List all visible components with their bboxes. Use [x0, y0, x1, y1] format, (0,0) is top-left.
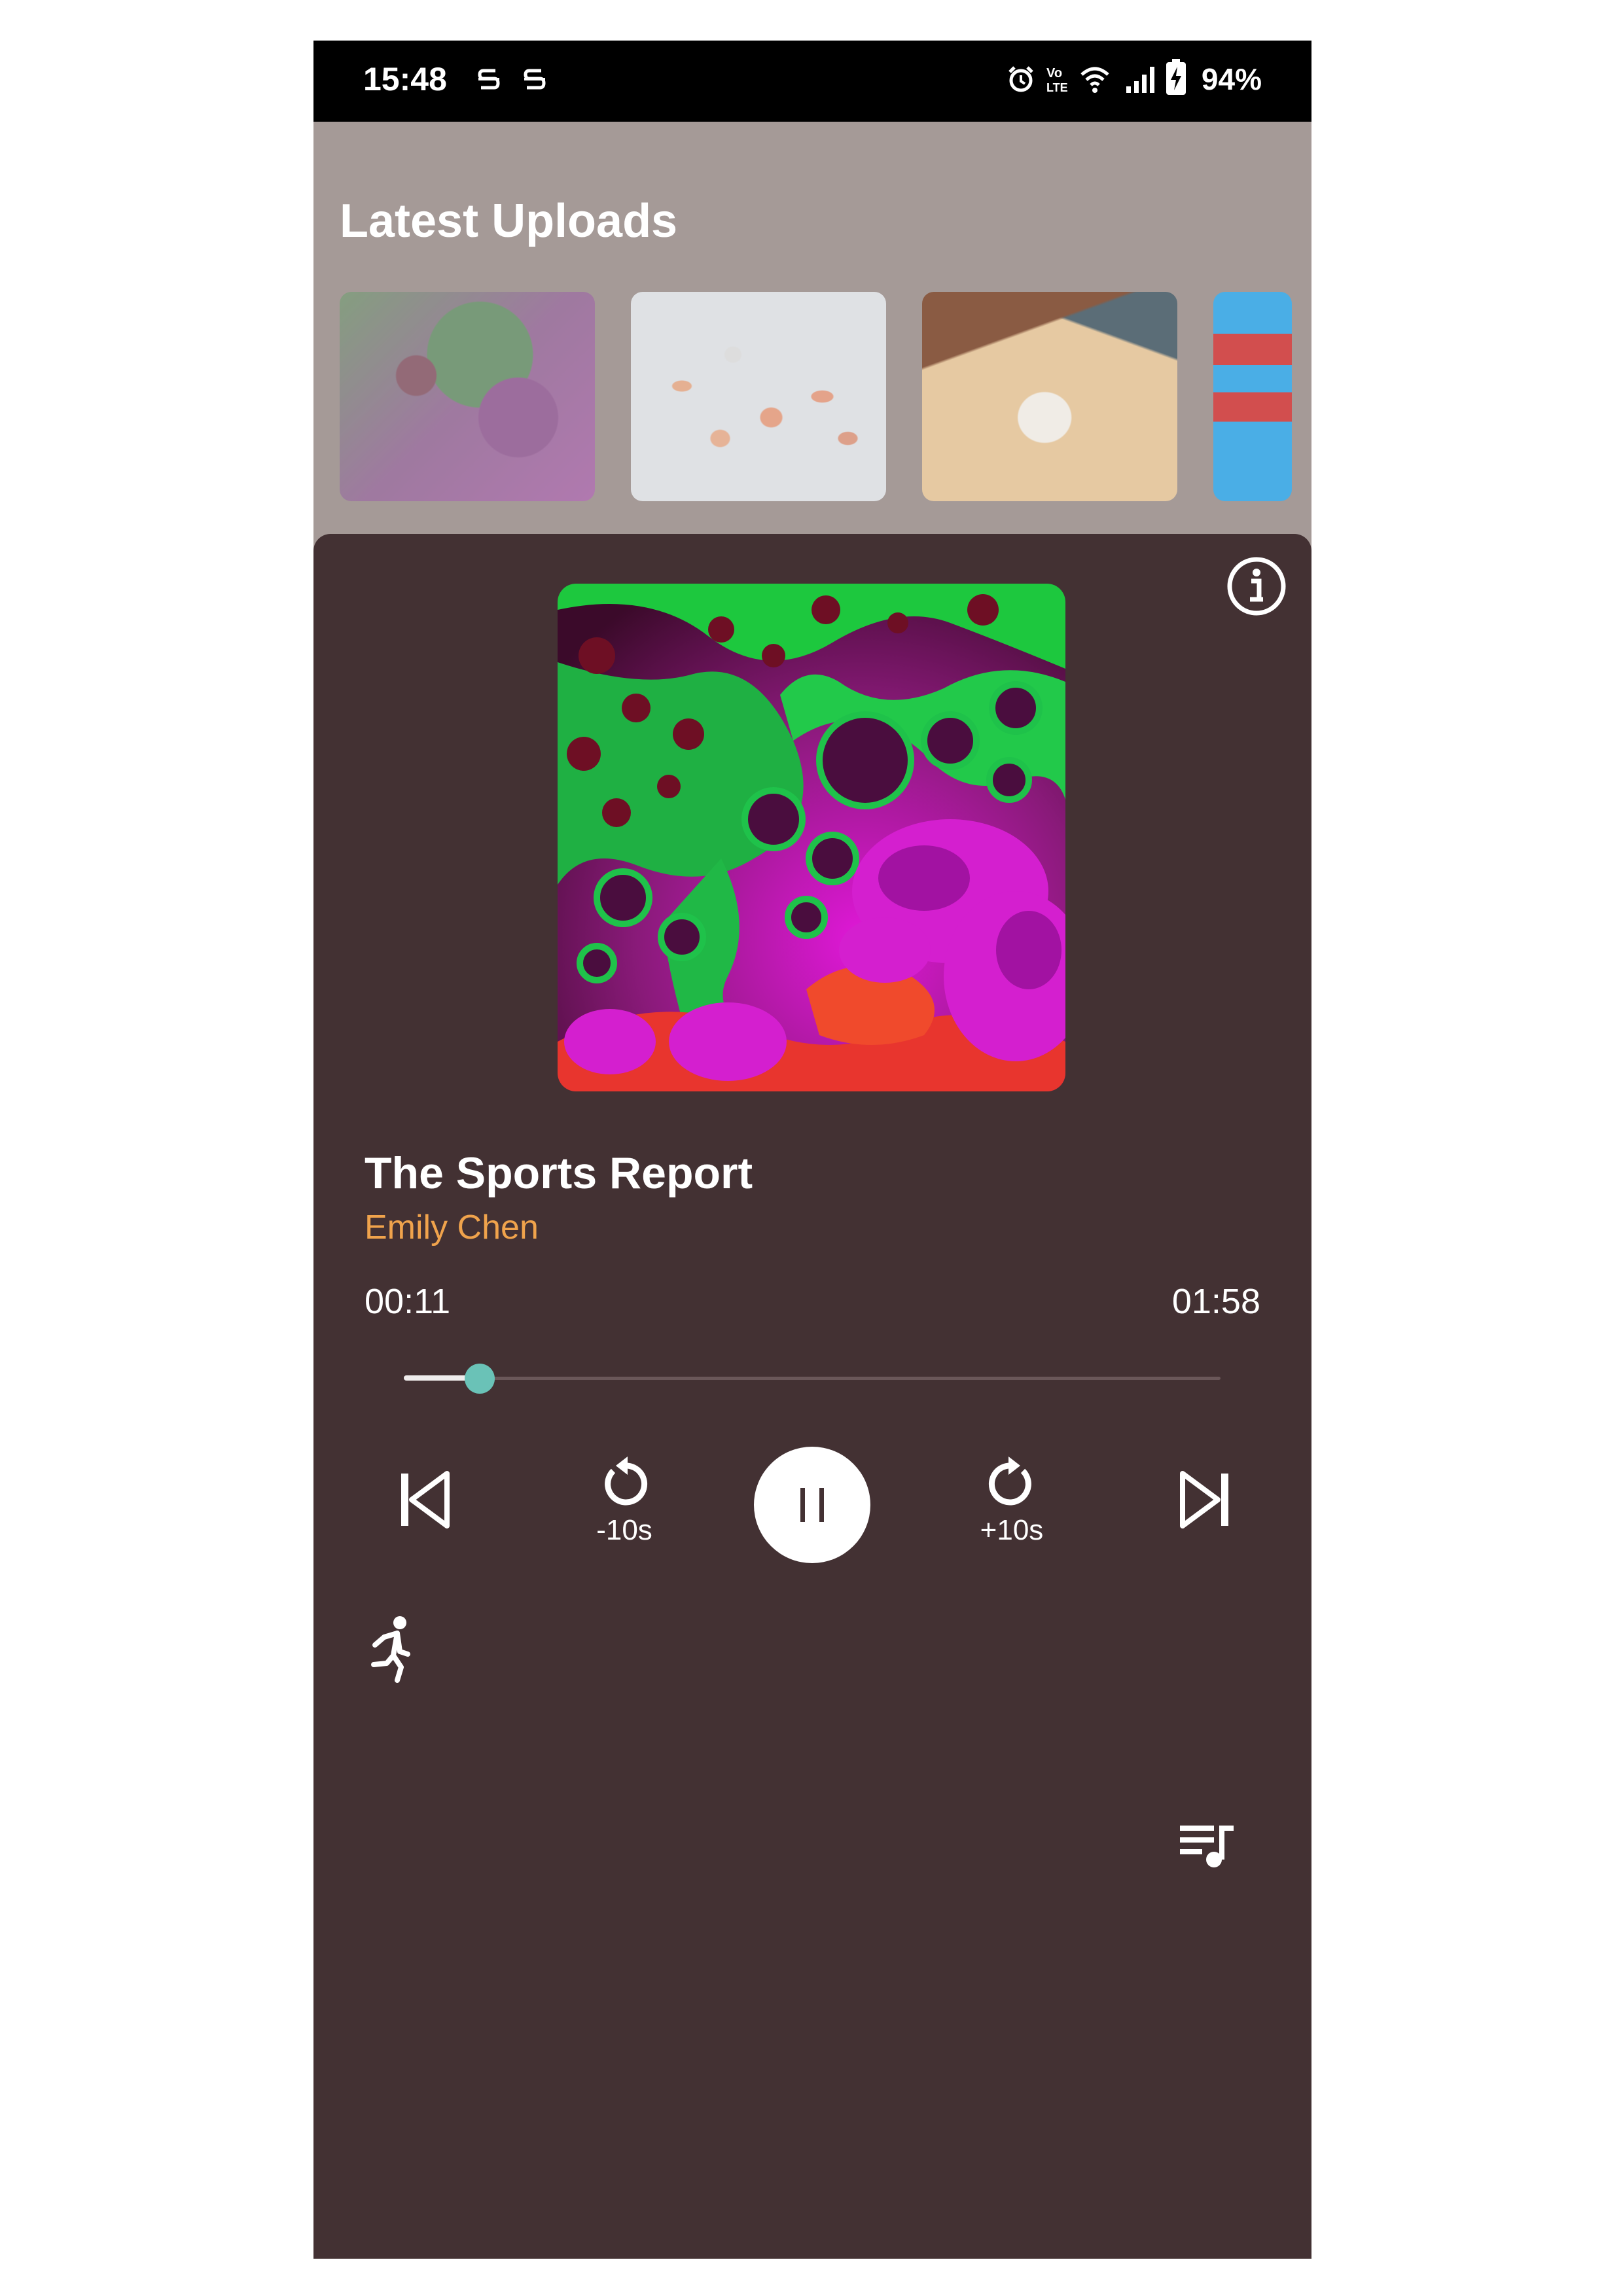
- track-artist[interactable]: Emily Chen: [365, 1208, 539, 1247]
- status-time: 15:48: [363, 61, 447, 97]
- replay-icon: [605, 1457, 648, 1506]
- eggs-thumbnail[interactable]: [631, 292, 886, 501]
- forward-icon: [988, 1457, 1031, 1506]
- alarm-icon: [1008, 66, 1033, 92]
- skip-previous-icon[interactable]: [399, 1467, 451, 1532]
- album-art: [558, 584, 1065, 1091]
- battery-charging-icon: [1166, 59, 1186, 95]
- desk-flatlay-thumbnail[interactable]: [922, 292, 1177, 501]
- pause-button[interactable]: [754, 1447, 870, 1563]
- time-total: 01:58: [1171, 1282, 1260, 1321]
- rewind-label: -10s: [596, 1514, 652, 1546]
- running-person-icon[interactable]: [361, 1615, 423, 1684]
- player-sheet: The Sports Report Emily Chen 00:11 01:58…: [313, 534, 1311, 2259]
- seek-bar[interactable]: [404, 1358, 1221, 1398]
- phone-screen: 15:48 Vo LTE 94% Latest Uploads The Spor…: [313, 41, 1311, 2259]
- s-notification-icon: [524, 69, 546, 90]
- svg-text:LTE: LTE: [1046, 81, 1068, 94]
- blue-notebook-thumbnail[interactable]: [1213, 292, 1292, 501]
- marbled-art-thumbnail[interactable]: [340, 292, 595, 501]
- track-title: The Sports Report: [365, 1148, 753, 1198]
- svg-text:Vo: Vo: [1046, 66, 1062, 80]
- queue-music-icon[interactable]: [1177, 1816, 1236, 1875]
- album-art-image: [558, 584, 1065, 1091]
- seek-thumb[interactable]: [465, 1364, 495, 1394]
- s-notification-icon: [478, 69, 500, 90]
- battery-percent: 94%: [1201, 62, 1262, 96]
- status-bar: 15:48 Vo LTE 94%: [313, 41, 1311, 122]
- forward-label: +10s: [980, 1514, 1044, 1546]
- section-title: Latest Uploads: [340, 195, 678, 247]
- info-icon[interactable]: [1225, 555, 1288, 618]
- forward-10s-button[interactable]: +10s: [963, 1450, 1061, 1555]
- skip-next-icon[interactable]: [1179, 1467, 1231, 1532]
- time-elapsed: 00:11: [365, 1282, 451, 1321]
- volte-icon: Vo LTE: [1046, 66, 1068, 94]
- wifi-icon: [1080, 67, 1109, 93]
- seek-track: [404, 1377, 1221, 1380]
- pause-icon: [800, 1488, 824, 1522]
- signal-icon: [1126, 67, 1154, 93]
- rewind-10s-button[interactable]: -10s: [575, 1450, 673, 1555]
